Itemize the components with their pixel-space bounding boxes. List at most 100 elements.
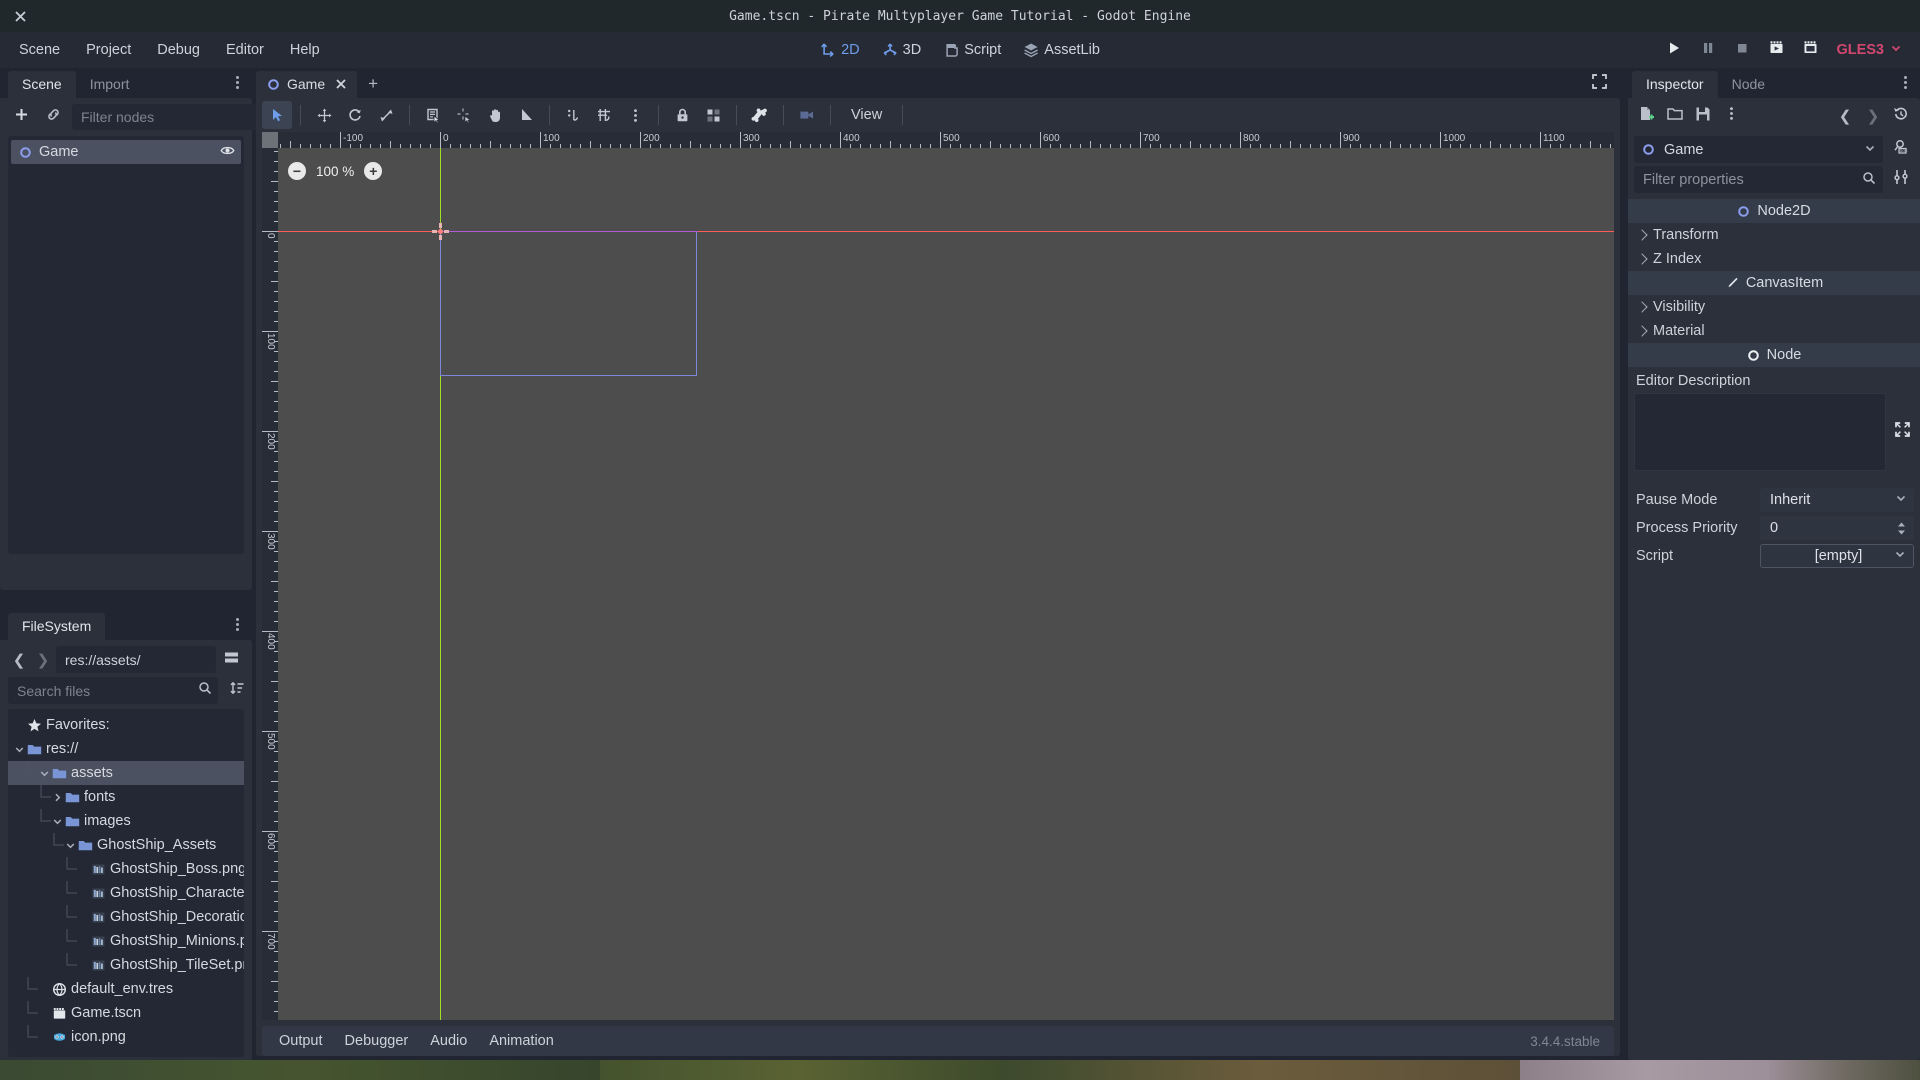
play-scene-button[interactable]	[1760, 35, 1792, 65]
chevron-down-icon[interactable]	[14, 744, 27, 755]
filesystem-tree-row[interactable]: fonts	[8, 785, 244, 809]
pause-scene-button[interactable]	[1692, 35, 1724, 65]
chevron-down-icon[interactable]	[65, 840, 78, 851]
filesystem-tree-row[interactable]: GhostShip_TileSet.pn	[8, 953, 244, 977]
spinbox-arrows-icon[interactable]	[1896, 521, 1907, 536]
filesystem-tree-row[interactable]: Game.tscn	[8, 1001, 244, 1025]
filesystem-tree-row[interactable]: GhostShip_Character	[8, 881, 244, 905]
bottom-tab-debugger[interactable]: Debugger	[334, 1029, 420, 1053]
play-custom-scene-button[interactable]	[1794, 35, 1826, 65]
new-resource-button[interactable]	[1634, 103, 1660, 129]
tab-inspector[interactable]: Inspector	[1632, 71, 1718, 98]
add-scene-tab-button[interactable]: +	[357, 70, 389, 98]
chevron-right-icon[interactable]	[52, 792, 65, 803]
group-selected-button[interactable]	[698, 101, 728, 129]
property-settings-button[interactable]	[1888, 167, 1914, 193]
toggle-split-mode-button[interactable]	[218, 647, 244, 673]
pivot-mode-button[interactable]	[449, 101, 479, 129]
renderer-selector[interactable]: GLES3	[1828, 42, 1912, 58]
filesystem-tree-row[interactable]: images	[8, 809, 244, 833]
editor-description-textarea[interactable]	[1634, 393, 1886, 471]
tab-scene[interactable]: Scene	[8, 71, 76, 98]
save-resource-button[interactable]	[1690, 103, 1716, 129]
inspector-tools-button[interactable]	[1718, 103, 1744, 129]
filesystem-tree-row[interactable]: default_env.tres	[8, 977, 244, 1001]
zoom-out-button[interactable]: −	[288, 162, 306, 180]
ruler-mode-button[interactable]	[511, 101, 541, 129]
inspector-group-zindex[interactable]: Z Index	[1628, 247, 1920, 271]
instance-scene-button[interactable]	[40, 104, 66, 130]
distraction-free-mode-button[interactable]	[1591, 73, 1608, 95]
inspected-object-selector[interactable]: Game	[1634, 136, 1883, 163]
inspector-back-button[interactable]: ❮	[1832, 103, 1858, 129]
inspector-history-button[interactable]	[1888, 103, 1914, 129]
play-project-button[interactable]	[1658, 35, 1690, 65]
scene-dock-menu-button[interactable]	[230, 73, 244, 91]
origin-handle[interactable]	[432, 223, 449, 240]
move-mode-button[interactable]	[309, 101, 339, 129]
inspector-group-material[interactable]: Material	[1628, 319, 1920, 343]
inspector-group-visibility[interactable]: Visibility	[1628, 295, 1920, 319]
menu-editor[interactable]: Editor	[213, 36, 277, 64]
script-dropdown[interactable]: [empty]	[1760, 544, 1914, 568]
view-menu-button[interactable]: View	[839, 101, 894, 129]
filter-nodes-field[interactable]	[72, 104, 282, 130]
2d-canvas[interactable]: -100 0 100 200 300 400 500 600 700 800 900 1000 1100…	[262, 132, 1614, 1020]
menu-debug[interactable]: Debug	[144, 36, 213, 64]
lock-selected-button[interactable]	[667, 101, 697, 129]
pause-mode-dropdown[interactable]: Inherit	[1760, 488, 1914, 512]
chevron-down-icon[interactable]	[39, 768, 52, 779]
tab-2d[interactable]: 2D	[810, 36, 870, 64]
camera-override-button[interactable]	[792, 101, 822, 129]
tab-filesystem[interactable]: FileSystem	[8, 613, 106, 640]
tab-script[interactable]: Script	[933, 36, 1011, 64]
select-mode-button[interactable]	[262, 101, 292, 129]
sort-files-button[interactable]	[224, 678, 250, 704]
menu-scene[interactable]: Scene	[6, 36, 73, 64]
chevron-right-icon[interactable]: ❯	[32, 648, 54, 672]
bottom-tab-audio[interactable]: Audio	[419, 1029, 478, 1053]
add-node-button[interactable]	[8, 104, 34, 130]
list-select-button[interactable]	[418, 101, 448, 129]
filesystem-tree-row[interactable]: Favorites:	[8, 713, 244, 737]
menu-project[interactable]: Project	[73, 36, 144, 64]
menu-help[interactable]: Help	[277, 36, 333, 64]
tab-assetlib[interactable]: AssetLib	[1013, 36, 1110, 64]
scene-tab-game[interactable]: Game	[256, 71, 358, 98]
filesystem-dock-menu-button[interactable]	[230, 615, 244, 633]
close-icon[interactable]	[335, 78, 347, 90]
zoom-level-label[interactable]: 100 %	[316, 164, 354, 179]
filesystem-tree-row[interactable]: GhostShip_Boss.png	[8, 857, 244, 881]
tab-node[interactable]: Node	[1718, 71, 1779, 98]
chevron-left-icon[interactable]: ❮	[8, 648, 30, 672]
filter-properties-field[interactable]: Filter properties	[1634, 166, 1883, 193]
bottom-tab-output[interactable]: Output	[268, 1029, 334, 1053]
tab-3d[interactable]: 3D	[872, 36, 932, 64]
inspector-forward-button[interactable]: ❯	[1860, 103, 1886, 129]
filesystem-tree-row[interactable]: assets	[8, 761, 244, 785]
toggle-smart-snap-button[interactable]	[558, 101, 588, 129]
zoom-in-button[interactable]: +	[364, 162, 383, 180]
filesystem-tree-row[interactable]: GhostShip_Assets	[8, 833, 244, 857]
stop-scene-button[interactable]	[1726, 35, 1758, 65]
skeleton-options-button[interactable]	[745, 101, 775, 129]
inspector-group-transform[interactable]: Transform	[1628, 223, 1920, 247]
scale-mode-button[interactable]	[371, 101, 401, 129]
filesystem-tree-row[interactable]: icon.png	[8, 1025, 244, 1049]
scene-tree-row-game[interactable]: Game	[11, 140, 241, 164]
filter-nodes-input[interactable]	[81, 109, 262, 125]
search-files-field[interactable]	[8, 677, 218, 704]
open-documentation-button[interactable]: DOC	[1888, 137, 1914, 163]
canvas-drawing-area[interactable]	[278, 148, 1614, 1020]
inspector-dock-menu-button[interactable]	[1898, 73, 1912, 91]
rotate-mode-button[interactable]	[340, 101, 370, 129]
filesystem-tree-row[interactable]: res://	[8, 737, 244, 761]
toggle-grid-snap-button[interactable]	[589, 101, 619, 129]
bottom-tab-animation[interactable]: Animation	[478, 1029, 564, 1053]
process-priority-spinbox[interactable]: 0	[1760, 516, 1914, 540]
eye-icon[interactable]	[220, 143, 235, 162]
filesystem-tree-row[interactable]: GhostShip_Decoratio	[8, 905, 244, 929]
filesystem-tree-row[interactable]: GhostShip_Minions.p	[8, 929, 244, 953]
pan-mode-button[interactable]	[480, 101, 510, 129]
current-path-field[interactable]: res://assets/	[56, 646, 216, 673]
